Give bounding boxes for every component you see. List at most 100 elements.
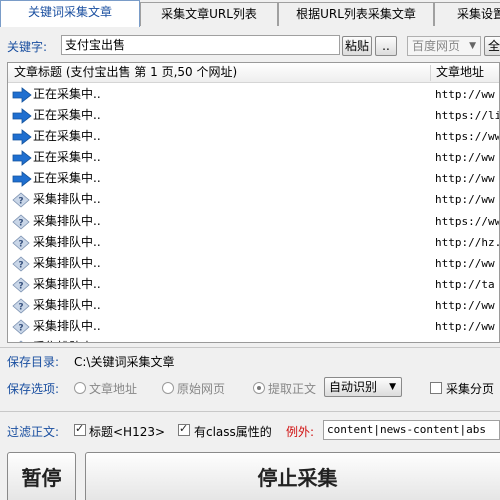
list-item[interactable]: ? 采集排队中.. http://ta: [8, 274, 499, 295]
chevron-down-icon: ▼: [469, 41, 476, 51]
list-item-status: 正在采集中..: [33, 129, 101, 144]
list-rows: 正在采集中.. http://ww 正在采集中.. https://li 正在采集中..…: [8, 84, 499, 342]
extract-mode-select[interactable]: 自动识别 ▼: [324, 377, 402, 397]
save-options-label: 保存选项:: [7, 382, 60, 396]
save-dir-value[interactable]: C:\关键词采集文章: [74, 353, 174, 370]
except-label: 例外:: [286, 425, 315, 439]
list-item-status: 正在采集中..: [33, 171, 101, 186]
save-dir-label: 保存目录:: [7, 355, 60, 369]
radio-article-url[interactable]: [74, 382, 86, 394]
svg-text:?: ?: [18, 260, 23, 270]
stop-collect-button[interactable]: 停止采集: [85, 452, 500, 500]
tab-bar: 关键词采集文章 采集文章URL列表 根据URL列表采集文章 采集设置: [0, 0, 500, 27]
tab-collect-by-url-list[interactable]: 根据URL列表采集文章: [278, 2, 434, 26]
list-item-status: 采集排队中..: [33, 234, 101, 249]
list-item-url: https://ww: [435, 130, 500, 144]
list-header: 文章标题 (支付宝出售 第 1 页,50 个网址) 文章地址: [8, 63, 499, 83]
paging-checkbox-label: 采集分页: [446, 382, 495, 396]
pause-button[interactable]: 暂停: [7, 452, 76, 500]
question-icon: ?: [12, 192, 32, 209]
list-item-status: 采集排队中..: [33, 213, 101, 228]
list-item[interactable]: ? 采集排队中.. https://ww: [8, 211, 499, 232]
more-button[interactable]: ..: [375, 36, 397, 56]
list-item[interactable]: ? 采集排队中.. http://ww: [8, 295, 499, 316]
list-item-status: 采集排队中..: [33, 276, 101, 291]
list-item-url: http://ww: [435, 172, 495, 186]
question-icon: ?: [12, 277, 32, 293]
list-item[interactable]: 正在采集中.. https://li: [8, 105, 499, 126]
arrow-right-icon: [12, 171, 32, 188]
question-icon: ?: [12, 340, 32, 342]
radio-article-url-label: 文章地址: [89, 382, 138, 396]
list-item-url: http://ww: [435, 298, 495, 312]
list-item-url: http://hz.: [435, 235, 500, 249]
list-item-url: http://ta: [435, 277, 495, 291]
list-item-url: http://ww: [435, 256, 495, 270]
list-item-url: http://ww: [435, 88, 495, 101]
list-item[interactable]: ? 采集排队中.. http://hz.: [8, 232, 499, 253]
paste-button[interactable]: 粘贴: [342, 36, 372, 56]
list-item-status: 采集排队中..: [33, 297, 101, 312]
list-item-url: http://ww: [435, 193, 495, 207]
svg-text:?: ?: [18, 281, 23, 291]
radio-extract-body[interactable]: [253, 382, 265, 394]
list-item-status: 采集排队中..: [33, 255, 101, 270]
list-item[interactable]: 正在采集中.. https://ww: [8, 126, 499, 147]
column-url-header[interactable]: 文章地址: [436, 63, 484, 82]
svg-text:?: ?: [18, 302, 23, 312]
filter-label: 过滤正文:: [7, 425, 60, 439]
except-input[interactable]: content|news-content|abs: [323, 420, 500, 440]
arrow-right-icon: [12, 150, 32, 167]
list-item-status: 正在采集中..: [33, 108, 101, 123]
question-icon: ?: [12, 235, 32, 251]
column-title-header[interactable]: 文章标题 (支付宝出售 第 1 页,50 个网址): [14, 63, 237, 82]
search-engine-value: 百度网页: [412, 39, 461, 53]
search-engine-select[interactable]: 百度网页 ▼: [407, 36, 481, 56]
list-item-url: https://li: [435, 109, 500, 123]
arrow-right-icon: [12, 129, 32, 146]
list-item-status: 正在采集中..: [33, 87, 101, 101]
list-item-url: http://ww: [435, 320, 495, 334]
question-icon: ?: [12, 298, 32, 314]
arrow-right-icon: [12, 108, 32, 124]
title-filter-checkbox[interactable]: [74, 422, 86, 436]
tab-keyword-collect[interactable]: 关键词采集文章: [0, 0, 140, 27]
list-item-status: 采集排队中..: [33, 192, 101, 207]
list-item[interactable]: ? 采集排队中.. http://ww: [8, 253, 499, 274]
keyword-input[interactable]: 支付宝出售: [61, 35, 340, 55]
list-item[interactable]: 正在采集中.. http://ww: [8, 84, 499, 105]
list-item[interactable]: 正在采集中.. http://ww: [8, 147, 499, 168]
svg-text:?: ?: [18, 218, 23, 228]
tab-collect-settings[interactable]: 采集设置: [434, 2, 500, 26]
question-icon: ?: [12, 256, 32, 272]
list-item[interactable]: ?采集排队中.. http://ww: [8, 337, 499, 342]
class-filter-checkbox[interactable]: [178, 422, 190, 436]
svg-text:?: ?: [18, 239, 23, 249]
title-filter-label: 标题<H123>: [89, 425, 166, 439]
list-item-url: http://ww: [435, 151, 495, 165]
list-item-status: 采集排队中..: [33, 319, 101, 334]
svg-text:?: ?: [18, 324, 23, 334]
list-item-url: http://ww: [435, 337, 495, 342]
article-list[interactable]: 文章标题 (支付宝出售 第 1 页,50 个网址) 文章地址 正在采集中.. ht…: [7, 62, 500, 343]
list-item-status: 正在采集中..: [33, 150, 101, 165]
extract-mode-value: 自动识别: [329, 380, 378, 394]
radio-extract-body-label: 提取正文: [268, 382, 317, 396]
list-item[interactable]: ? 采集排队中.. http://ww: [8, 189, 499, 210]
divider: [0, 347, 500, 348]
svg-text:?: ?: [18, 197, 23, 207]
list-item-status: 采集排队中..: [33, 337, 101, 342]
tab-collect-url-list[interactable]: 采集文章URL列表: [140, 2, 278, 26]
column-divider[interactable]: [430, 65, 431, 81]
list-item[interactable]: ? 采集排队中.. http://ww: [8, 316, 499, 337]
list-item-url: https://ww: [435, 214, 500, 228]
divider: [0, 411, 500, 412]
select-all-button[interactable]: 全: [484, 36, 500, 56]
radio-original-page-label: 原始网页: [177, 382, 226, 396]
radio-original-page[interactable]: [162, 382, 174, 394]
list-item[interactable]: 正在采集中.. http://ww: [8, 168, 499, 189]
class-filter-label: 有class属性的: [194, 425, 272, 439]
paging-checkbox[interactable]: [430, 382, 442, 394]
question-icon: ?: [12, 319, 32, 335]
keyword-label: 关键字:: [7, 40, 48, 54]
